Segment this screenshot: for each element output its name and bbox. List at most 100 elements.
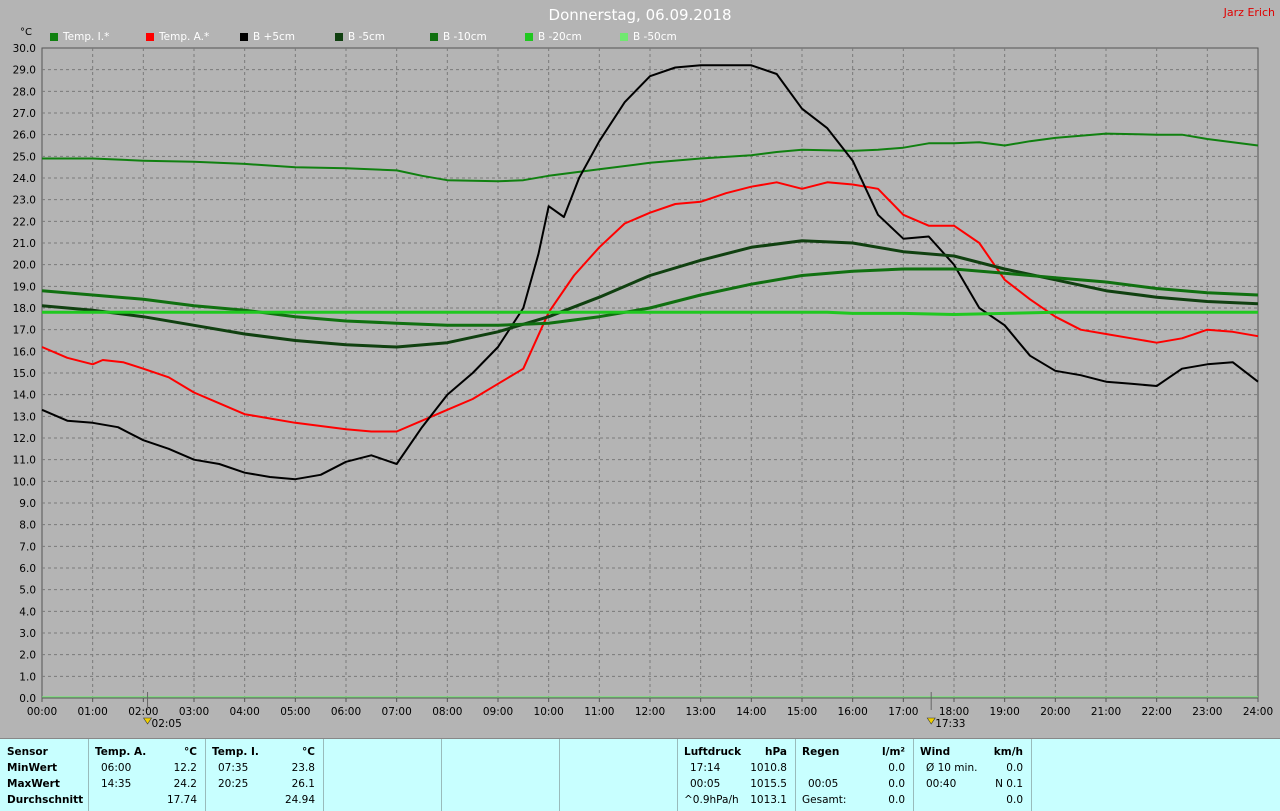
legend-label: Temp. A.* xyxy=(159,31,210,43)
y-tick-label: 23.0 xyxy=(13,195,36,207)
x-tick-label: 13:00 xyxy=(686,706,716,718)
stats-sensor-column: Sensor MinWert MaxWert Durchschnitt xyxy=(0,739,89,811)
regen-total-label: Gesamt: xyxy=(802,794,847,806)
temp-i-min-time: 07:35 xyxy=(218,762,249,774)
y-tick-label: 8.0 xyxy=(19,520,36,532)
x-tick-label: 20:00 xyxy=(1040,706,1070,718)
y-tick-label: 13.0 xyxy=(13,411,36,423)
legend-swatch-icon xyxy=(430,33,438,41)
temp-a-max-time: 14:35 xyxy=(101,778,132,790)
x-tick-label: 17:00 xyxy=(888,706,918,718)
x-tick-label: 09:00 xyxy=(483,706,513,718)
y-tick-label: 7.0 xyxy=(19,541,36,553)
temp-i-name: Temp. I. xyxy=(212,746,259,758)
legend-label: B -20cm xyxy=(538,31,582,43)
x-tick-label: 01:00 xyxy=(78,706,108,718)
stats-empty-3 xyxy=(560,739,678,811)
chart-title: Donnerstag, 06.09.2018 xyxy=(548,6,732,24)
time-marker-label: 02:05 xyxy=(152,718,182,730)
temp-a-unit: °C xyxy=(184,746,197,758)
legend-label: B -10cm xyxy=(443,31,487,43)
x-tick-label: 21:00 xyxy=(1091,706,1121,718)
stats-empty-1 xyxy=(324,739,442,811)
legend-label: B -50cm xyxy=(633,31,677,43)
x-tick-label: 10:00 xyxy=(534,706,564,718)
wind-max-time: 00:40 xyxy=(926,778,957,790)
luftdruck-unit: hPa xyxy=(765,746,787,758)
legend-swatch-icon xyxy=(525,33,533,41)
y-tick-label: 25.0 xyxy=(13,151,36,163)
legend-item-b-minus10: B -10cm xyxy=(430,31,487,43)
y-unit-label: °C xyxy=(20,27,32,38)
luftdruck-average: 1013.1 xyxy=(750,794,787,806)
legend-swatch-icon xyxy=(50,33,58,41)
temperature-chart: 0.0 1.0 2.0 3.0 4.0 5.0 6.0 7.0 8.0 9.0 10.0 11.0 12… xyxy=(13,43,1274,730)
y-tick-label: 14.0 xyxy=(13,390,36,402)
regen-max-value: 0.0 xyxy=(888,778,905,790)
legend-item-b-minus50: B -50cm xyxy=(620,31,677,43)
legend-swatch-icon xyxy=(146,33,154,41)
regen-unit: l/m² xyxy=(882,746,905,758)
y-tick-label: 27.0 xyxy=(13,108,36,120)
y-tick-label: 21.0 xyxy=(13,238,36,250)
y-tick-label: 11.0 xyxy=(13,455,36,467)
y-tick-label: 3.0 xyxy=(19,628,36,640)
x-tick-label: 08:00 xyxy=(432,706,462,718)
regen-min-value: 0.0 xyxy=(888,762,905,774)
stats-temp-i: Temp. I. °C 07:35 23.8 20:25 26.1 24.94 xyxy=(206,739,324,811)
x-tick-label: 02:00 xyxy=(128,706,158,718)
temp-a-name: Temp. A. xyxy=(95,746,147,758)
y-tick-label: 24.0 xyxy=(13,173,36,185)
y-tick-label: 12.0 xyxy=(13,433,36,445)
legend-label: Temp. I.* xyxy=(63,31,110,43)
luftdruck-trend: ^0.9hPa/h xyxy=(684,794,739,806)
sunrise-icon xyxy=(142,717,153,725)
x-tick-label: 22:00 xyxy=(1142,706,1172,718)
x-tick-label: 00:00 xyxy=(27,706,57,718)
x-tick-label: 23:00 xyxy=(1192,706,1222,718)
temp-i-average: 24.94 xyxy=(284,794,315,806)
temp-i-max-value: 26.1 xyxy=(291,778,315,790)
regen-total-value: 0.0 xyxy=(888,794,905,806)
y-tick-label: 0.0 xyxy=(19,693,36,705)
legend-item-b-minus5: B -5cm xyxy=(335,31,385,43)
y-tick-label: 17.0 xyxy=(13,325,36,337)
y-tick-label: 6.0 xyxy=(19,563,36,575)
sensor-header: Sensor xyxy=(7,746,48,758)
x-tick-label: 05:00 xyxy=(280,706,310,718)
x-tick-label: 03:00 xyxy=(179,706,209,718)
y-tick-label: 26.0 xyxy=(13,130,36,142)
stats-luftdruck: Luftdruck hPa 17:14 1010.8 00:05 1015.5 … xyxy=(678,739,796,811)
author-label: Jarz Erich xyxy=(1223,6,1275,19)
regen-max-time: 00:05 xyxy=(808,778,839,790)
stats-wind: Wind km/h Ø 10 min. 0.0 00:40 N 0.1 0.0 xyxy=(914,739,1032,811)
wind-extra-value: 0.0 xyxy=(1006,794,1023,806)
regen-name: Regen xyxy=(802,746,840,758)
x-tick-label: 18:00 xyxy=(939,706,969,718)
y-tick-label: 2.0 xyxy=(19,650,36,662)
temp-i-min-value: 23.8 xyxy=(291,762,315,774)
y-tick-label: 9.0 xyxy=(19,498,36,510)
wind-max-value: N 0.1 xyxy=(995,778,1023,790)
stats-temp-a: Temp. A. °C 06:00 12.2 14:35 24.2 17.74 xyxy=(89,739,206,811)
legend-swatch-icon xyxy=(335,33,343,41)
legend-item-temp-i: Temp. I.* xyxy=(50,31,109,43)
stats-empty-2 xyxy=(442,739,560,811)
legend-swatch-icon xyxy=(240,33,248,41)
y-tick-label: 29.0 xyxy=(13,65,36,77)
luftdruck-name: Luftdruck xyxy=(684,746,742,758)
legend-item-b-plus5: B +5cm xyxy=(240,31,295,43)
x-tick-label: 12:00 xyxy=(635,706,665,718)
temp-a-min-time: 06:00 xyxy=(101,762,132,774)
y-tick-label: 28.0 xyxy=(13,86,36,98)
x-tick-label: 24:00 xyxy=(1243,706,1273,718)
y-tick-label: 5.0 xyxy=(19,585,36,597)
legend-item-b-minus20: B -20cm xyxy=(525,31,582,43)
row-label-max: MaxWert xyxy=(7,778,60,790)
x-tick-label: 07:00 xyxy=(382,706,412,718)
temp-a-min-value: 12.2 xyxy=(173,762,197,774)
y-tick-label: 1.0 xyxy=(19,671,36,683)
wind-avg-value: 0.0 xyxy=(1006,762,1023,774)
sunset-icon xyxy=(926,717,936,725)
luftdruck-max-value: 1015.5 xyxy=(750,778,787,790)
